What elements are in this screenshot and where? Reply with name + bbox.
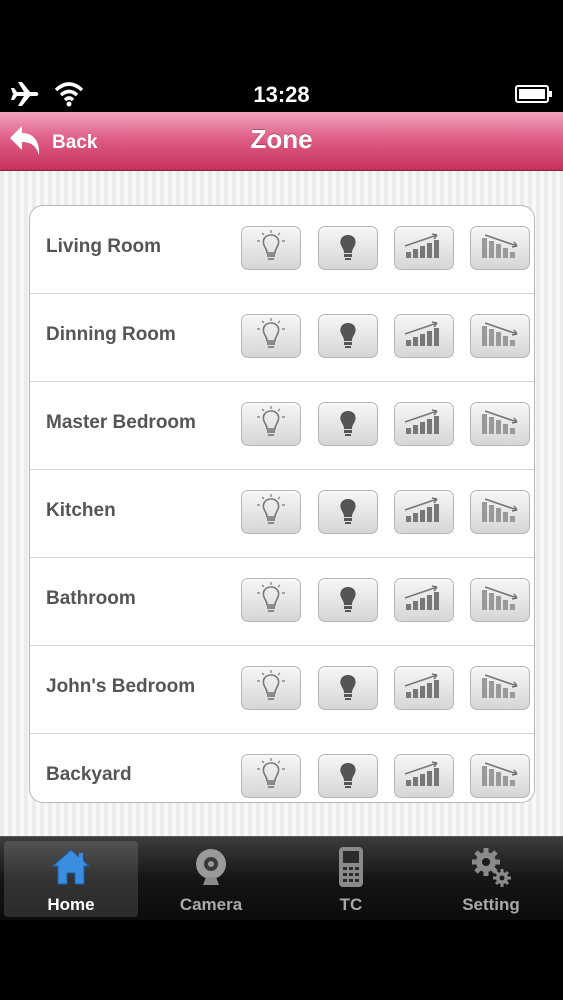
light-off-button[interactable] xyxy=(318,402,378,446)
zone-row: Dinning Room xyxy=(30,294,534,382)
light-off-button[interactable] xyxy=(318,226,378,270)
camera-icon xyxy=(191,845,231,889)
light-on-icon xyxy=(256,317,286,355)
light-on-icon xyxy=(256,229,286,267)
dim-up-icon xyxy=(403,232,445,265)
light-off-icon xyxy=(333,318,363,355)
light-off-button[interactable] xyxy=(318,314,378,358)
light-on-button[interactable] xyxy=(241,578,301,622)
zone-row: Master Bedroom xyxy=(30,382,534,470)
light-off-icon xyxy=(333,494,363,531)
dim-down-button[interactable] xyxy=(470,226,530,270)
zone-list: Living Room Dinning Room Master Bedroom … xyxy=(29,205,535,803)
tab-camera[interactable]: Camera xyxy=(144,841,278,917)
dim-up-button[interactable] xyxy=(394,314,454,358)
tab-label: Camera xyxy=(179,895,243,914)
light-on-button[interactable] xyxy=(241,314,301,358)
dim-up-icon xyxy=(403,672,445,705)
dim-up-icon xyxy=(403,584,445,617)
phone-icon xyxy=(331,845,371,889)
page-title: Zone xyxy=(250,124,313,154)
light-on-icon xyxy=(256,581,286,619)
dim-up-button[interactable] xyxy=(394,402,454,446)
zone-row: Bathroom xyxy=(30,558,534,646)
light-on-button[interactable] xyxy=(241,490,301,534)
zone-row: Kitchen xyxy=(30,470,534,558)
light-on-button[interactable] xyxy=(241,402,301,446)
light-off-button[interactable] xyxy=(318,490,378,534)
gear-icon xyxy=(470,845,512,889)
tab-label: Setting xyxy=(462,895,520,914)
dim-up-button[interactable] xyxy=(394,666,454,710)
dim-down-icon xyxy=(479,232,521,265)
dim-down-button[interactable] xyxy=(470,402,530,446)
status-time: 13:28 xyxy=(253,82,310,107)
light-on-button[interactable] xyxy=(241,226,301,270)
dim-up-icon xyxy=(403,496,445,529)
zone-name: John's Bedroom xyxy=(46,676,196,697)
dim-down-icon xyxy=(479,496,521,529)
dim-down-button[interactable] xyxy=(470,666,530,710)
battery-icon xyxy=(515,84,553,109)
light-on-button[interactable] xyxy=(241,754,301,798)
dim-up-icon xyxy=(403,408,445,441)
dim-down-icon xyxy=(479,584,521,617)
dim-up-button[interactable] xyxy=(394,490,454,534)
dim-down-button[interactable] xyxy=(470,754,530,798)
tab-home[interactable]: Home xyxy=(4,841,138,917)
dim-down-icon xyxy=(479,320,521,353)
dim-down-icon xyxy=(479,760,521,793)
home-icon xyxy=(51,845,91,889)
dim-up-icon xyxy=(403,760,445,793)
dim-down-icon xyxy=(479,408,521,441)
light-off-icon xyxy=(333,670,363,707)
zone-row: Backyard xyxy=(30,734,534,802)
light-off-button[interactable] xyxy=(318,666,378,710)
zone-content: Living Room Dinning Room Master Bedroom … xyxy=(0,171,563,836)
zone-name: Dinning Room xyxy=(46,324,176,345)
zone-name: Master Bedroom xyxy=(46,412,196,433)
zone-name: Living Room xyxy=(46,236,162,257)
dim-down-button[interactable] xyxy=(470,490,530,534)
light-off-icon xyxy=(333,582,363,619)
tab-bar: Home Camera TC Setting xyxy=(0,836,563,921)
dim-up-icon xyxy=(403,320,445,353)
light-on-icon xyxy=(256,493,286,531)
tab-tc[interactable]: TC xyxy=(284,841,418,917)
light-off-button[interactable] xyxy=(318,578,378,622)
zone-name: Bathroom xyxy=(46,588,136,609)
tab-setting[interactable]: Setting xyxy=(424,841,558,917)
dim-down-button[interactable] xyxy=(470,578,530,622)
bottom-bar xyxy=(0,920,563,1000)
light-on-icon xyxy=(256,757,286,795)
light-off-button[interactable] xyxy=(318,754,378,798)
light-on-button[interactable] xyxy=(241,666,301,710)
dim-down-button[interactable] xyxy=(470,314,530,358)
light-on-icon xyxy=(256,405,286,443)
dim-up-button[interactable] xyxy=(394,226,454,270)
light-off-icon xyxy=(333,406,363,443)
light-off-icon xyxy=(333,758,363,795)
tab-label: TC xyxy=(339,895,363,914)
dim-up-button[interactable] xyxy=(394,578,454,622)
dim-down-icon xyxy=(479,672,521,705)
tab-label: Home xyxy=(47,895,95,914)
light-off-icon xyxy=(333,230,363,267)
dim-up-button[interactable] xyxy=(394,754,454,798)
zone-name: Kitchen xyxy=(46,500,116,521)
zone-row: John's Bedroom xyxy=(30,646,534,734)
zone-row: Living Room xyxy=(30,206,534,294)
zone-name: Backyard xyxy=(46,764,132,785)
status-bar: 13:28 xyxy=(0,0,563,112)
light-on-icon xyxy=(256,669,286,707)
nav-bar: Back Zone xyxy=(0,112,563,171)
